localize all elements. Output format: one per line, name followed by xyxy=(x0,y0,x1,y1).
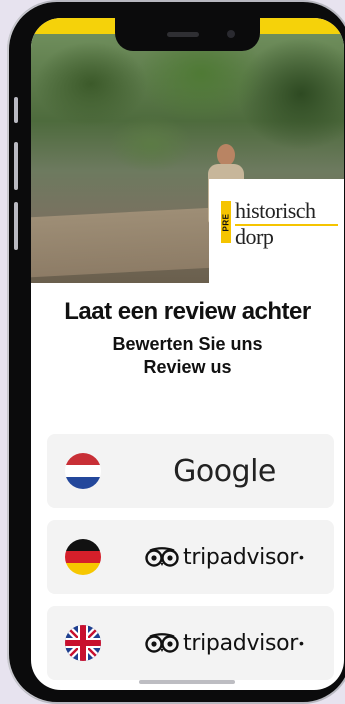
phone-screen: PRE historisch dorp Laat een review acht… xyxy=(31,18,344,690)
title-german: Bewerten Sie uns xyxy=(112,334,263,354)
logo-underline xyxy=(235,224,338,226)
volume-down-button xyxy=(14,202,18,250)
notch xyxy=(115,18,260,51)
tripadvisor-logo: tripadvisor xyxy=(183,544,299,570)
hero-image: PRE historisch dorp xyxy=(31,34,344,283)
uk-flag-icon xyxy=(65,625,101,661)
brand-logo: PRE historisch dorp xyxy=(209,179,344,283)
google-logo: Google xyxy=(173,453,276,489)
forest-background xyxy=(31,34,344,184)
tripadvisor-owl-icon xyxy=(145,547,179,567)
germany-flag-icon xyxy=(65,539,101,575)
logo-pre-tag: PRE xyxy=(221,201,231,243)
tripadvisor-logo: tripadvisor xyxy=(183,630,299,656)
title-dutch: Laat een review achter xyxy=(64,298,311,325)
volume-up-button xyxy=(14,142,18,190)
google-review-button[interactable]: Google xyxy=(47,434,334,508)
front-camera xyxy=(227,30,235,38)
title-english: Review us xyxy=(143,357,232,377)
speaker-grille xyxy=(167,32,199,37)
phone-frame: PRE historisch dorp Laat een review acht… xyxy=(9,2,345,702)
review-heading: Laat een review achter Bewerten Sie uns … xyxy=(31,298,344,378)
mute-switch xyxy=(14,97,18,123)
netherlands-flag-icon xyxy=(65,453,101,489)
tripadvisor-review-button-german[interactable]: tripadvisor • xyxy=(47,520,334,594)
tripadvisor-owl-icon xyxy=(145,633,179,653)
tripadvisor-review-button-english[interactable]: tripadvisor • xyxy=(47,606,334,680)
home-indicator xyxy=(139,680,235,684)
